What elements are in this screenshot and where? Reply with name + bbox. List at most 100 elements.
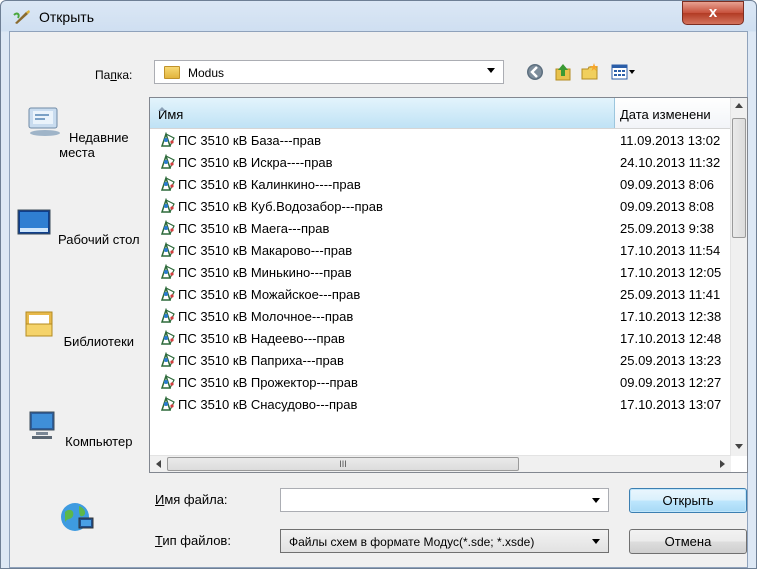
filename-label: Имя файла: bbox=[155, 492, 228, 507]
list-header: Имя Дата изменени bbox=[150, 98, 731, 129]
file-date: 11.09.2013 13:02 bbox=[620, 133, 721, 148]
folder-icon bbox=[164, 66, 180, 79]
file-row[interactable]: ПС 3510 кВ База---прав 11.09.2013 13:02 bbox=[150, 129, 731, 151]
place-label: Недавние места bbox=[59, 130, 129, 160]
place-label: Компьютер bbox=[65, 434, 133, 449]
up-folder-icon[interactable] bbox=[553, 62, 573, 82]
file-row[interactable]: ПС 3510 кВ Минькино---прав 17.10.2013 12:… bbox=[150, 261, 731, 283]
file-name: ПС 3510 кВ Можайское---прав bbox=[178, 287, 361, 302]
schema-file-icon bbox=[160, 308, 175, 323]
filename-input[interactable] bbox=[280, 488, 609, 512]
folder-select-value: Modus bbox=[188, 66, 225, 80]
folder-select[interactable]: Modus bbox=[154, 60, 504, 84]
column-header-date[interactable]: Дата изменени bbox=[620, 107, 711, 122]
network-icon bbox=[61, 503, 94, 531]
schema-file-icon bbox=[160, 132, 175, 147]
place-network[interactable] bbox=[13, 500, 141, 541]
file-row[interactable]: ПС 3510 кВ Искра----прав 24.10.2013 11:32 bbox=[150, 151, 731, 173]
close-button[interactable]: x bbox=[682, 1, 744, 25]
schema-file-icon bbox=[160, 352, 175, 367]
file-date: 17.10.2013 12:05 bbox=[620, 265, 722, 280]
chevron-down-icon[interactable] bbox=[592, 539, 600, 544]
back-icon[interactable] bbox=[525, 62, 545, 82]
file-row[interactable]: ПС 3510 кВ Надеево---прав 17.10.2013 12:4… bbox=[150, 327, 731, 349]
recent-places-icon bbox=[28, 107, 61, 136]
scroll-grip: III bbox=[339, 459, 347, 469]
app-icon bbox=[13, 10, 30, 24]
file-name: ПС 3510 кВ Прожектор---прав bbox=[178, 375, 358, 390]
computer-icon bbox=[29, 411, 55, 439]
file-date: 24.10.2013 11:32 bbox=[620, 155, 721, 170]
scroll-up-icon[interactable] bbox=[735, 103, 743, 108]
filetype-select-value: Файлы схем в формате Модус(*.sde; *.xsde… bbox=[289, 535, 535, 549]
file-name: ПС 3510 кВ Молочное---прав bbox=[178, 309, 354, 324]
column-header-name[interactable]: Имя bbox=[150, 98, 615, 128]
chevron-down-icon[interactable] bbox=[592, 498, 600, 503]
scroll-right-icon[interactable] bbox=[720, 460, 725, 468]
file-name: ПС 3510 кВ Искра----прав bbox=[178, 155, 333, 170]
file-name: ПС 3510 кВ Макарово---прав bbox=[178, 243, 353, 258]
file-row[interactable]: ПС 3510 кВ Куб.Водозабор---прав 09.09.201… bbox=[150, 195, 731, 217]
horizontal-scrollbar[interactable]: III bbox=[150, 455, 731, 472]
place-libraries[interactable]: Библиотеки bbox=[13, 308, 141, 349]
file-date: 25.09.2013 13:23 bbox=[620, 353, 722, 368]
file-row[interactable]: ПС 3510 кВ Маега---прав 25.09.2013 9:38 bbox=[150, 217, 731, 239]
file-date: 25.09.2013 9:38 bbox=[620, 221, 714, 236]
filetype-label: Тип файлов: bbox=[155, 533, 231, 548]
file-row[interactable]: ПС 3510 кВ Калинкино----прав 09.09.2013 8… bbox=[150, 173, 731, 195]
open-button[interactable]: Открыть bbox=[629, 488, 747, 513]
cancel-button[interactable]: Отмена bbox=[629, 529, 747, 554]
filetype-select[interactable]: Файлы схем в формате Модус(*.sde; *.xsde… bbox=[280, 529, 609, 553]
libraries-icon bbox=[25, 311, 53, 337]
schema-file-icon bbox=[160, 154, 175, 169]
horizontal-scroll-thumb[interactable]: III bbox=[167, 457, 519, 471]
place-desktop[interactable]: Рабочий стол bbox=[13, 206, 141, 247]
file-name: ПС 3510 кВ Минькино---прав bbox=[178, 265, 352, 280]
file-list[interactable]: Имя Дата изменени ПС 3510 кВ База---прав… bbox=[149, 97, 748, 473]
schema-file-icon bbox=[160, 176, 175, 191]
file-date: 09.09.2013 8:06 bbox=[620, 177, 714, 192]
file-name: ПС 3510 кВ Надеево---прав bbox=[178, 331, 345, 346]
file-row[interactable]: ПС 3510 кВ Можайское---прав 25.09.2013 11… bbox=[150, 283, 731, 305]
schema-file-icon bbox=[160, 264, 175, 279]
place-label: Библиотеки bbox=[63, 334, 135, 349]
file-date: 17.10.2013 13:07 bbox=[620, 397, 722, 412]
schema-file-icon bbox=[160, 286, 175, 301]
schema-file-icon bbox=[160, 198, 175, 213]
file-date: 09.09.2013 8:08 bbox=[620, 199, 714, 214]
file-date: 09.09.2013 12:27 bbox=[620, 375, 722, 390]
schema-file-icon bbox=[160, 396, 175, 411]
sort-ascending-icon bbox=[158, 107, 166, 111]
vertical-scroll-thumb[interactable] bbox=[732, 118, 746, 238]
place-label: Рабочий стол bbox=[58, 232, 140, 247]
title-bar[interactable]: Открыть x bbox=[1, 1, 756, 31]
file-row[interactable]: ПС 3510 кВ Снасудово---прав 17.10.2013 13… bbox=[150, 393, 731, 415]
vertical-scrollbar[interactable] bbox=[730, 98, 747, 456]
file-row[interactable]: ПС 3510 кВ Паприха---прав 25.09.2013 13:2… bbox=[150, 349, 731, 371]
file-date: 17.10.2013 12:48 bbox=[620, 331, 722, 346]
schema-file-icon bbox=[160, 330, 175, 345]
scroll-down-icon[interactable] bbox=[735, 444, 743, 449]
file-name: ПС 3510 кВ Паприха---прав bbox=[178, 353, 344, 368]
file-row[interactable]: ПС 3510 кВ Макарово---прав 17.10.2013 11:… bbox=[150, 239, 731, 261]
desktop-icon bbox=[17, 209, 51, 235]
folder-label: Папка: bbox=[95, 68, 133, 82]
new-folder-icon[interactable] bbox=[580, 62, 600, 82]
window-title: Открыть bbox=[39, 9, 94, 25]
file-name: ПС 3510 кВ Калинкино----прав bbox=[178, 177, 361, 192]
view-menu-icon[interactable] bbox=[610, 62, 636, 82]
scroll-left-icon[interactable] bbox=[156, 460, 161, 468]
place-recent[interactable]: Недавние места bbox=[13, 104, 141, 160]
place-computer[interactable]: Компьютер bbox=[13, 408, 141, 449]
chevron-down-icon[interactable] bbox=[487, 68, 495, 73]
schema-file-icon bbox=[160, 242, 175, 257]
close-icon: x bbox=[708, 4, 718, 21]
places-bar: Недавние места Рабочий стол Библиотеки К… bbox=[13, 96, 141, 558]
file-name: ПС 3510 кВ Маега---прав bbox=[178, 221, 330, 236]
file-row[interactable]: ПС 3510 кВ Прожектор---прав 09.09.2013 12… bbox=[150, 371, 731, 393]
file-name: ПС 3510 кВ База---прав bbox=[178, 133, 322, 148]
file-row[interactable]: ПС 3510 кВ Молочное---прав 17.10.2013 12:… bbox=[150, 305, 731, 327]
file-date: 17.10.2013 11:54 bbox=[620, 243, 721, 258]
file-name: ПС 3510 кВ Куб.Водозабор---прав bbox=[178, 199, 383, 214]
schema-file-icon bbox=[160, 374, 175, 389]
